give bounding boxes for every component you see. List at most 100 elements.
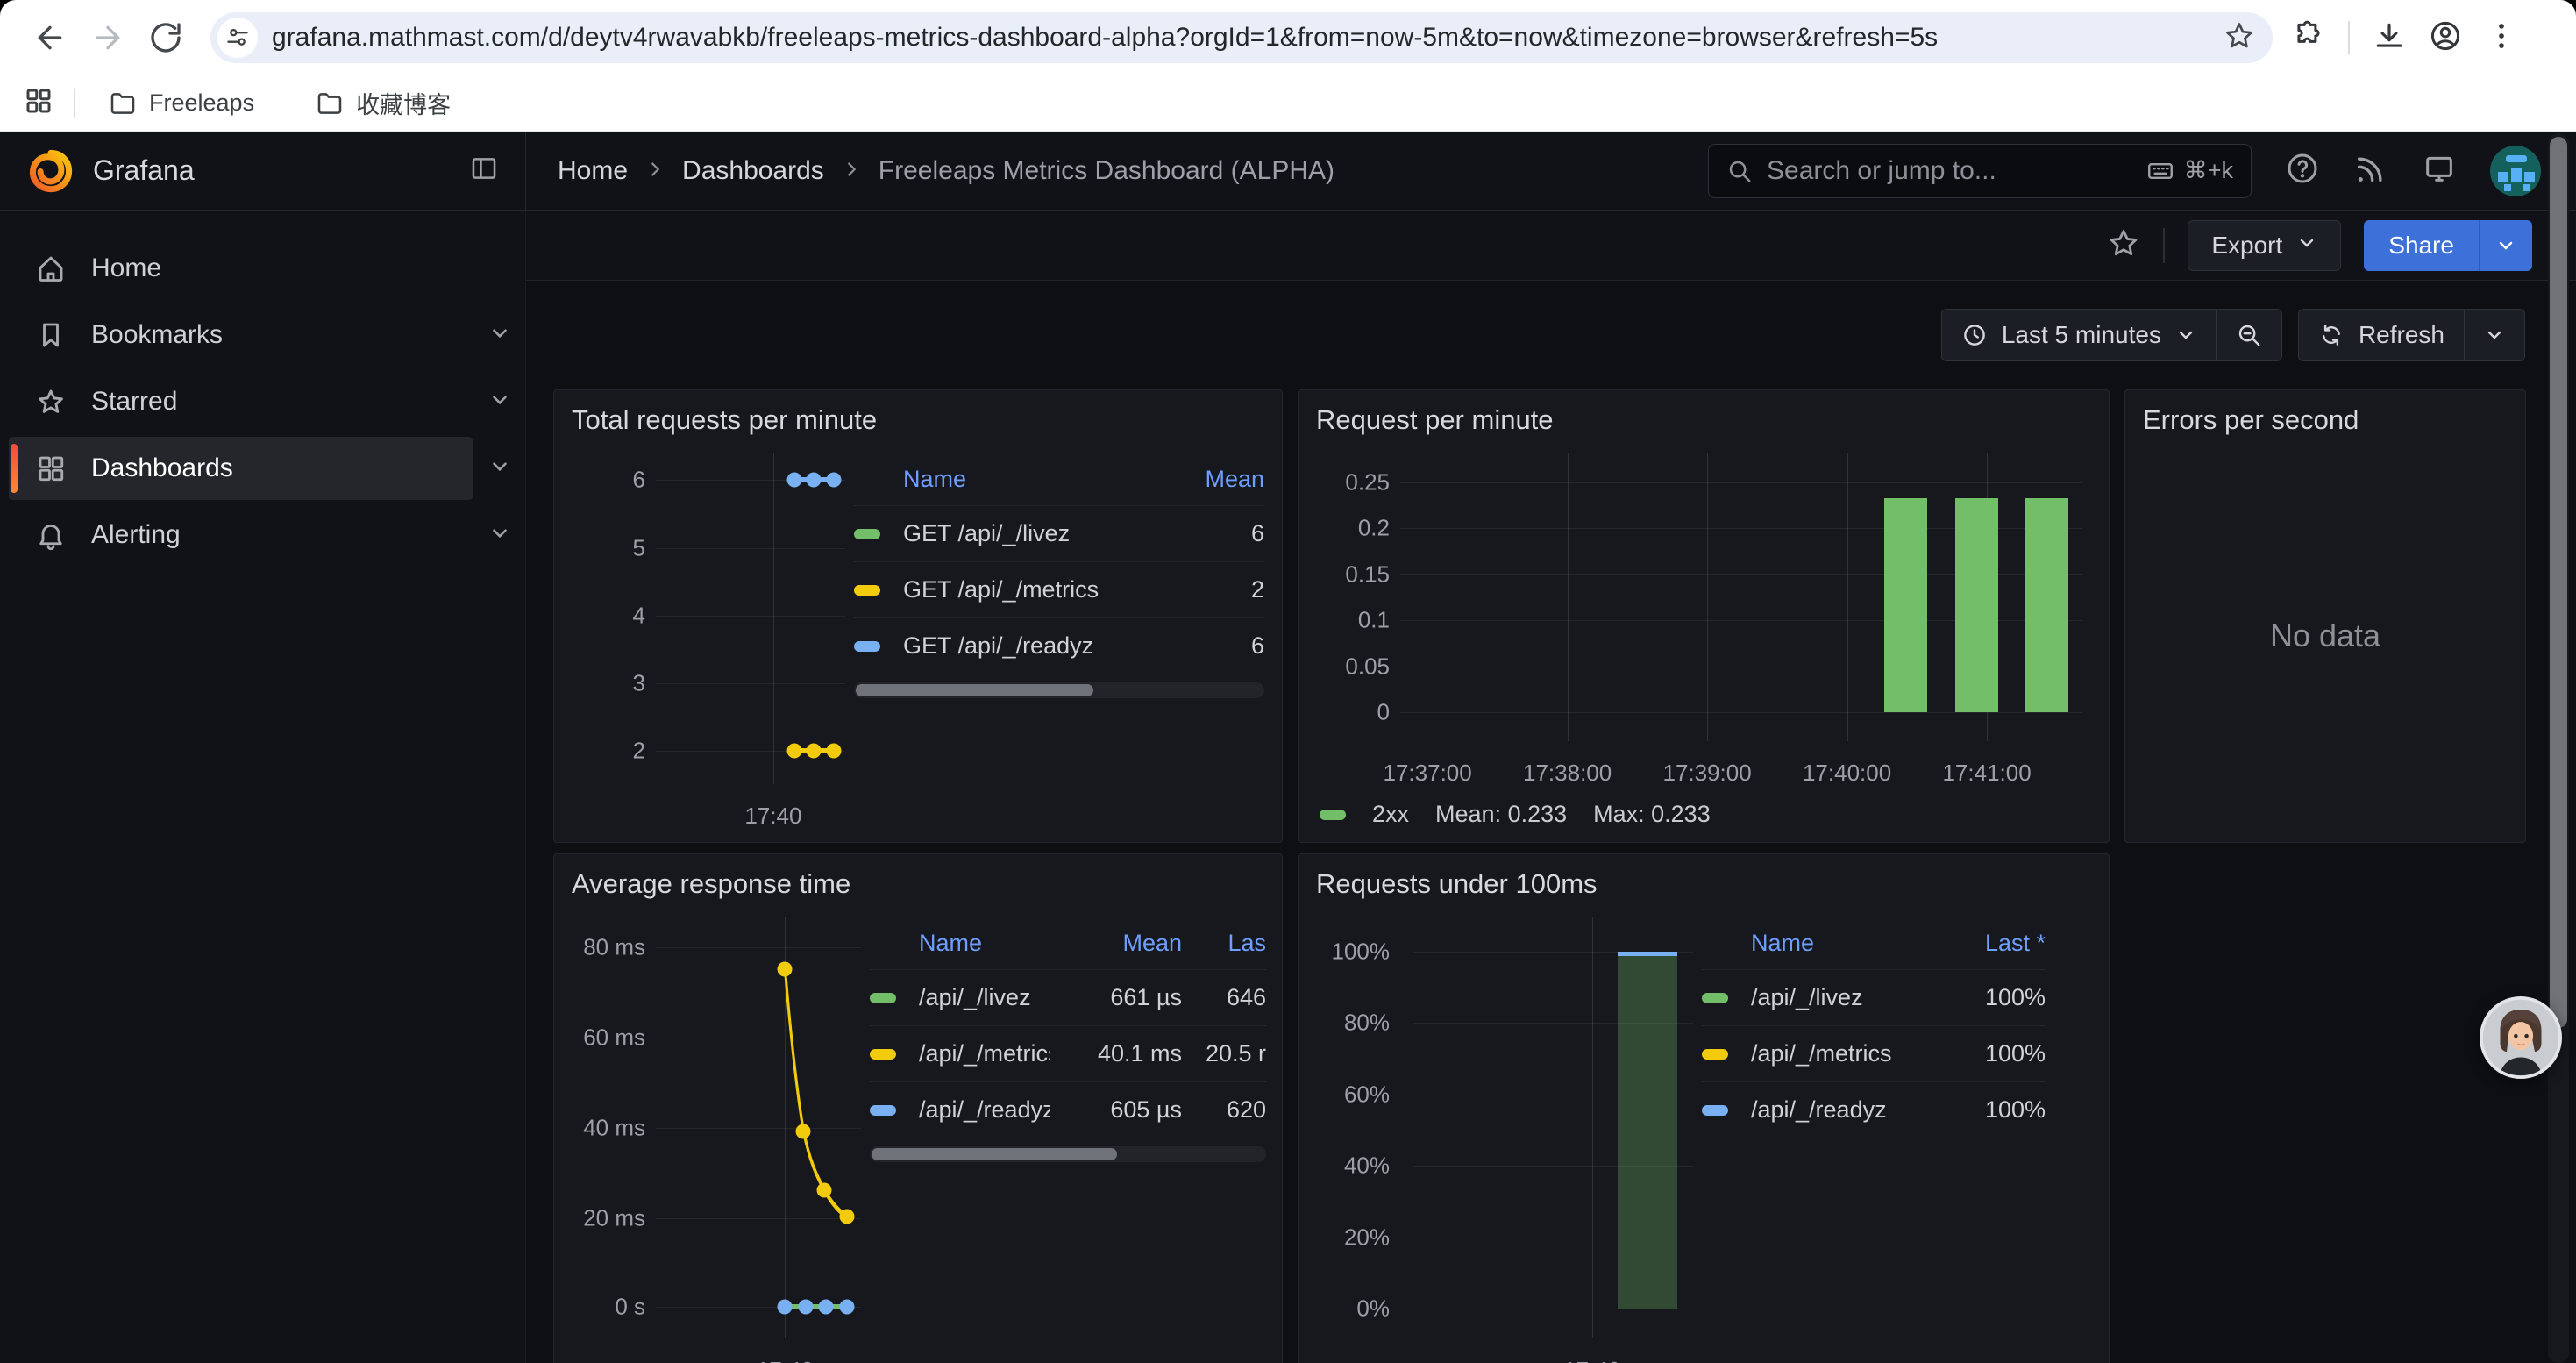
help-icon[interactable] [2285,151,2320,190]
url-text[interactable]: grafana.mathmast.com/d/deytv4rwavabkb/fr… [272,23,2224,53]
panel-average-response-time[interactable]: Average response time [553,853,1283,1363]
bookmark-folder-freeleaps[interactable]: Freeleaps [98,84,265,123]
chevron-down-icon[interactable] [488,522,511,549]
panel-title[interactable]: Requests under 100ms [1316,867,2091,902]
dashboards-icon [35,453,67,484]
news-feed-icon[interactable] [2353,151,2388,190]
url-bar[interactable]: grafana.mathmast.com/d/deytv4rwavabkb/fr… [210,12,2273,63]
search-input[interactable] [1767,156,2145,186]
share-menu-chevron-icon[interactable] [2479,220,2532,271]
data-point [796,1124,811,1138]
floating-avatar[interactable] [2480,996,2562,1079]
series-color-swatch[interactable] [1702,993,1728,1003]
panel-title[interactable]: Average response time [572,867,1264,902]
time-range-label: Last 5 minutes [2002,321,2161,349]
legend-header-mean[interactable]: Mean [1177,460,1264,505]
breadcrumb-dashboards[interactable]: Dashboards [682,156,824,186]
series-color-swatch[interactable] [870,993,896,1003]
sidebar-item-label: Dashboards [91,453,233,483]
reload-icon[interactable] [137,9,195,67]
panel-title[interactable]: Total requests per minute [572,403,1264,438]
y-tick: 0.2 [1358,515,1390,542]
page-scrollbar[interactable] [2548,133,2569,1363]
legend-header-mean[interactable]: Mean [1050,924,1182,969]
panel-errors-per-second[interactable]: Errors per second No data [2124,389,2526,843]
favorite-star-icon[interactable] [2107,226,2140,264]
legend-series-name[interactable]: GET /api/_/metrics [903,561,1177,617]
panel-request-per-minute[interactable]: Request per minute 0.25 [1298,389,2110,843]
share-button[interactable]: Share [2364,220,2479,271]
series-color-swatch[interactable] [1702,1049,1728,1060]
chevron-down-icon[interactable] [488,389,511,416]
legend-series-name[interactable]: /api/_/metrics [919,1025,1050,1081]
series-color-swatch[interactable] [870,1049,896,1060]
series-color-swatch[interactable] [854,585,880,596]
bookmark-folder-blogs[interactable]: 收藏博客 [305,81,461,125]
chevron-down-icon[interactable] [488,322,511,349]
sidebar-toggle-icon[interactable] [469,153,499,188]
time-range-picker[interactable]: Last 5 minutes [1942,310,2216,360]
legend-header-last[interactable]: Last * [1930,924,2046,969]
bookmark-star-icon[interactable] [2224,20,2255,56]
legend-header-name[interactable]: Name [919,924,1050,969]
sidebar-item-dashboards[interactable]: Dashboards [9,437,511,500]
time-controls-bar: Last 5 minutes Refresh [526,281,2576,389]
series-color-swatch[interactable] [870,1105,896,1116]
x-tick: 17:41:00 [1942,760,2031,787]
data-point [839,1300,854,1315]
panel-requests-under-100ms[interactable]: Requests under 100ms 100% 80% 60% [1298,853,2110,1363]
download-icon[interactable] [2373,19,2406,57]
breadcrumb-home[interactable]: Home [558,156,628,186]
y-tick: 20 ms [583,1205,645,1232]
extensions-icon[interactable] [2292,19,2325,57]
y-tick: 3 [633,670,645,697]
panel-total-requests[interactable]: Total requests per minute [553,389,1283,843]
legend-header-last[interactable]: Las [1182,924,1266,969]
forward-icon[interactable] [79,9,137,67]
refresh-button[interactable]: Refresh [2299,310,2464,360]
refresh-label: Refresh [2359,321,2444,349]
legend-series-name[interactable]: /api/_/readyz [919,1081,1050,1138]
sidebar-item-bookmarks[interactable]: Bookmarks [9,303,511,367]
grafana-logo-icon[interactable] [28,148,74,194]
legend-series-name[interactable]: /api/_/readyz [1751,1081,1930,1138]
zoom-out-button[interactable] [2216,310,2281,360]
search-box[interactable]: ⌘+k [1708,144,2252,198]
browser-profile-icon[interactable] [2429,19,2462,57]
search-icon [1726,158,1753,184]
brand-name[interactable]: Grafana [93,154,195,187]
legend-header-name[interactable]: Name [903,460,1177,505]
panel-title[interactable]: Request per minute [1316,403,2091,438]
sidebar-item-starred[interactable]: Starred [9,370,511,433]
refresh-interval-dropdown[interactable] [2464,310,2524,360]
y-tick: 0.25 [1345,469,1390,496]
series-color-swatch[interactable] [1320,810,1346,820]
browser-menu-icon[interactable] [2485,19,2518,57]
monitor-icon[interactable] [2422,151,2457,190]
user-avatar[interactable] [2490,146,2541,196]
legend-scrollbar[interactable] [870,1146,1266,1162]
sidebar-item-alerting[interactable]: Alerting [9,503,511,567]
back-icon[interactable] [21,9,79,67]
series-color-swatch[interactable] [854,641,880,652]
series-color-swatch[interactable] [854,529,880,539]
legend-series-name[interactable]: /api/_/livez [1751,969,1930,1025]
legend-series-name[interactable]: 2xx [1372,801,1409,828]
export-button[interactable]: Export [2188,220,2341,271]
sidebar-item-home[interactable]: Home [9,237,511,300]
panel-title[interactable]: Errors per second [2143,403,2508,438]
legend-series-name[interactable]: /api/_/livez [919,969,1050,1025]
breadcrumb: Home Dashboards Freeleaps Metrics Dashbo… [526,132,1334,210]
legend-header-name[interactable]: Name [1751,924,1930,969]
legend-series-name[interactable]: /api/_/metrics [1751,1025,1930,1081]
legend-series-name[interactable]: GET /api/_/livez [903,505,1177,561]
legend-series-name[interactable]: GET /api/_/readyz [903,617,1177,674]
site-settings-icon[interactable] [217,18,258,58]
series-color-swatch[interactable] [1702,1105,1728,1116]
browser-toolbar: grafana.mathmast.com/d/deytv4rwavabkb/fr… [0,0,2576,75]
apps-grid-icon[interactable] [23,85,54,121]
scrollbar-thumb[interactable] [2550,137,2567,1028]
bookmark-folder-label: 收藏博客 [356,86,451,120]
legend-scrollbar[interactable] [854,682,1264,698]
chevron-down-icon[interactable] [488,455,511,482]
